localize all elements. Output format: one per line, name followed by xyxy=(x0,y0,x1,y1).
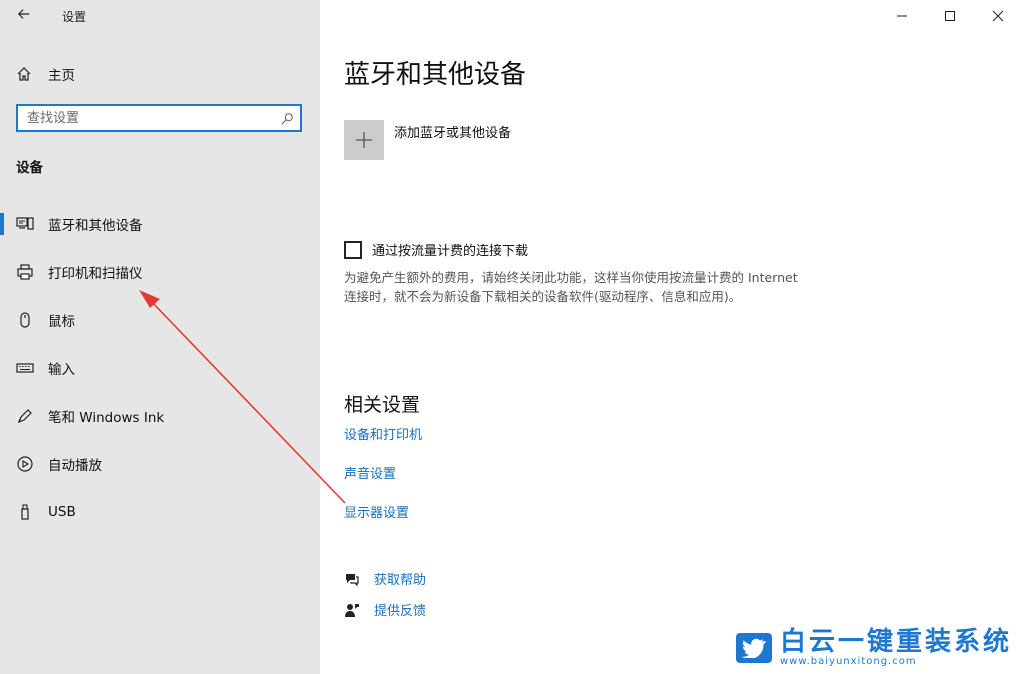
sidebar-home-label: 主页 xyxy=(48,68,75,84)
search-box[interactable] xyxy=(16,104,302,132)
sidebar-item-mouse[interactable]: 鼠标 xyxy=(0,296,320,344)
metered-description: 为避免产生额外的费用，请始终关闭此功能，这样当你使用按流量计费的 Interne… xyxy=(344,270,798,304)
minimize-button[interactable] xyxy=(878,0,926,32)
add-tile[interactable] xyxy=(344,120,384,160)
feedback-icon xyxy=(345,603,359,617)
sidebar-item-label: 鼠标 xyxy=(48,314,75,330)
sidebar-item-autoplay[interactable]: 自动播放 xyxy=(0,440,320,488)
plus-icon xyxy=(356,132,372,148)
sidebar-item-label: 蓝牙和其他设备 xyxy=(48,218,143,234)
close-button[interactable] xyxy=(974,0,1022,32)
metered-checkbox[interactable] xyxy=(344,240,362,259)
autoplay-icon xyxy=(16,455,34,473)
related-settings-heading: 相关设置 xyxy=(344,394,421,416)
sidebar-item-usb[interactable]: USB xyxy=(0,488,320,536)
search-icon[interactable] xyxy=(280,111,294,125)
sidebar-item-label: 输入 xyxy=(48,362,75,378)
sidebar-item-printers[interactable]: 打印机和扫描仪 xyxy=(0,248,320,296)
sidebar-item-label: 笔和 Windows Ink xyxy=(48,410,165,426)
sidebar-nav: 蓝牙和其他设备 打印机和扫描仪 鼠标 输入 笔和 Windows Ink 自动播… xyxy=(0,200,320,536)
link-devices-printers[interactable]: 设备和打印机 xyxy=(344,424,422,443)
window-controls xyxy=(878,0,1022,32)
link-sound-settings[interactable]: 声音设置 xyxy=(344,463,396,482)
bluetooth-devices-icon xyxy=(16,215,34,233)
keyboard-icon xyxy=(16,359,34,377)
usb-icon xyxy=(16,503,34,521)
minimize-icon xyxy=(897,15,907,17)
sidebar: 设置 主页 设备 蓝牙和其他设备 打印机和扫描仪 xyxy=(0,0,320,674)
maximize-icon xyxy=(945,11,955,21)
bird-logo-icon xyxy=(735,633,772,663)
get-help-link[interactable]: 获取帮助 xyxy=(344,569,426,588)
sidebar-section-heading: 设备 xyxy=(16,160,43,176)
window-title: 设置 xyxy=(62,10,87,24)
watermark-title: 白云一键重装系统 xyxy=(779,627,1012,657)
metered-download-toggle[interactable]: 通过按流量计费的连接下载 xyxy=(344,240,528,259)
watermark-text: 白云一键重装系统 www.baiyunxitong.com xyxy=(780,628,1012,668)
search-input[interactable] xyxy=(18,106,277,130)
watermark-url: www.baiyunxitong.com xyxy=(779,656,917,667)
close-icon xyxy=(992,10,1004,22)
maximize-button[interactable] xyxy=(926,0,974,32)
sidebar-item-label: 打印机和扫描仪 xyxy=(48,266,143,282)
add-device-label: 添加蓝牙或其他设备 xyxy=(394,126,512,141)
sidebar-item-typing[interactable]: 输入 xyxy=(0,344,320,392)
metered-label: 通过按流量计费的连接下载 xyxy=(372,244,529,259)
back-arrow-icon[interactable] xyxy=(14,6,34,26)
main-content: 蓝牙和其他设备 添加蓝牙或其他设备 通过按流量计费的连接下载 为避免产生额外的费… xyxy=(320,0,1022,674)
sidebar-item-label: USB xyxy=(48,504,76,520)
pen-icon xyxy=(16,407,34,425)
give-feedback-link[interactable]: 提供反馈 xyxy=(344,600,426,619)
give-feedback-label: 提供反馈 xyxy=(374,604,427,619)
help-chat-icon xyxy=(346,573,359,586)
sidebar-item-bluetooth[interactable]: 蓝牙和其他设备 xyxy=(0,200,320,248)
sidebar-home[interactable]: 主页 xyxy=(16,62,75,86)
watermark: 白云一键重装系统 www.baiyunxitong.com xyxy=(735,628,1012,668)
printer-icon xyxy=(16,263,34,281)
mouse-icon xyxy=(16,311,34,329)
sidebar-item-label: 自动播放 xyxy=(48,458,102,474)
link-display-settings[interactable]: 显示器设置 xyxy=(344,502,409,521)
sidebar-item-pen[interactable]: 笔和 Windows Ink xyxy=(0,392,320,440)
add-device-button[interactable]: 添加蓝牙或其他设备 xyxy=(344,120,511,160)
page-title: 蓝牙和其他设备 xyxy=(344,60,527,90)
get-help-label: 获取帮助 xyxy=(374,573,427,588)
home-icon xyxy=(16,66,32,82)
